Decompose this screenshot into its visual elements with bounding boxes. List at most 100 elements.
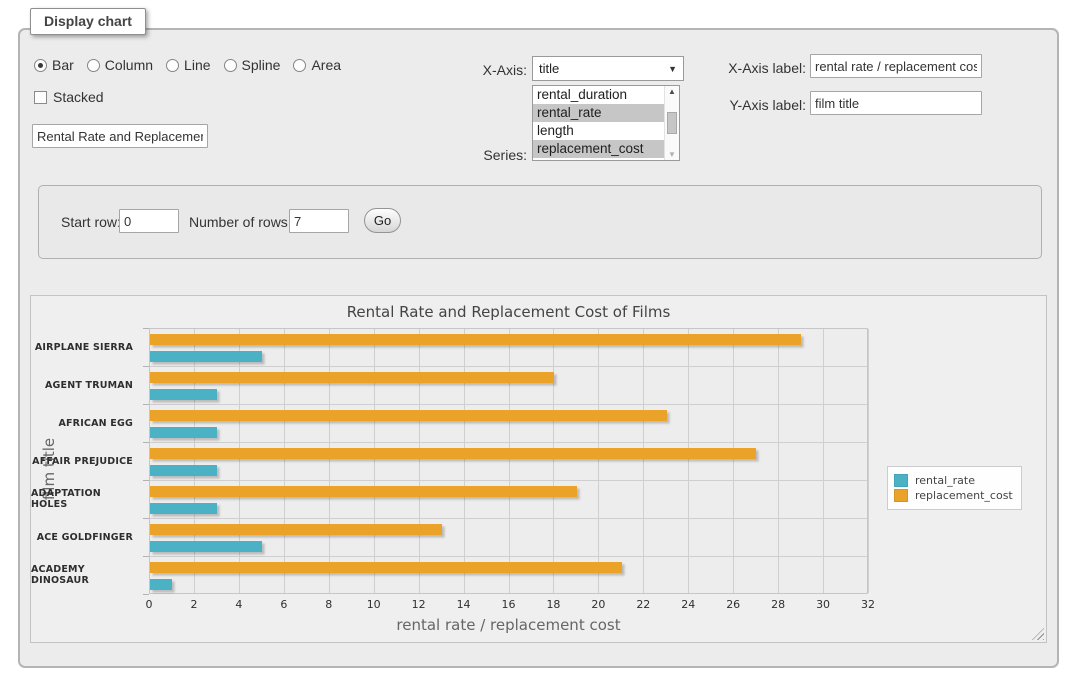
y-category-label: ADAPTATION HOLES <box>31 480 141 518</box>
go-button[interactable]: Go <box>364 208 401 233</box>
legend-swatch-icon <box>894 489 908 502</box>
gridline <box>464 329 465 593</box>
y-tick-mark <box>143 442 149 443</box>
scrollbar-thumb[interactable] <box>667 112 677 134</box>
chart-type-radio-bar[interactable]: Bar <box>34 57 74 73</box>
scroll-down-icon[interactable]: ▼ <box>665 150 679 159</box>
x-tick-label: 18 <box>533 598 573 611</box>
x-tick-label: 8 <box>309 598 349 611</box>
y-axis-label-input[interactable] <box>810 91 982 115</box>
bar-replacement_cost <box>150 448 756 459</box>
resize-handle-icon[interactable] <box>1032 628 1044 640</box>
gridline <box>150 366 867 367</box>
chart-type-radio-area[interactable]: Area <box>293 57 341 73</box>
series-multiselect[interactable]: rental_durationrental_ratelengthreplacem… <box>532 85 680 161</box>
chart-title-input[interactable] <box>32 124 208 148</box>
gridline <box>868 329 869 593</box>
legend-swatch-icon <box>894 474 908 487</box>
chart-type-radio-column[interactable]: Column <box>87 57 153 73</box>
radio-icon[interactable] <box>166 59 179 72</box>
display-chart-panel: BarColumnLineSplineArea Stacked X-Axis: … <box>18 28 1059 668</box>
plot-area <box>149 328 868 594</box>
y-tick-mark <box>143 404 149 405</box>
stacked-checkbox[interactable] <box>34 91 47 104</box>
x-tick-label: 6 <box>264 598 304 611</box>
x-axis-label-input[interactable] <box>810 54 982 78</box>
x-tick-label: 28 <box>758 598 798 611</box>
start-row-input[interactable] <box>119 209 179 233</box>
bar-rental_rate <box>150 427 217 438</box>
x-tick-label: 20 <box>578 598 618 611</box>
chart-type-radio-label: Line <box>184 57 210 73</box>
y-tick-mark <box>143 328 149 329</box>
gridline <box>150 442 867 443</box>
bar-replacement_cost <box>150 372 554 383</box>
x-tick-label: 26 <box>713 598 753 611</box>
bar-replacement_cost <box>150 562 622 573</box>
gridline <box>329 329 330 593</box>
chart-type-radio-spline[interactable]: Spline <box>224 57 281 73</box>
y-tick-mark <box>143 480 149 481</box>
y-category-label: AIRPLANE SIERRA <box>31 328 141 366</box>
gridline <box>823 329 824 593</box>
number-of-rows-label: Number of rows: <box>189 214 292 230</box>
y-category-label: AFRICAN EGG <box>31 404 141 442</box>
bar-rental_rate <box>150 503 217 514</box>
radio-icon[interactable] <box>87 59 100 72</box>
series-scrollbar[interactable]: ▲ ▼ <box>664 86 679 160</box>
x-tick-label: 24 <box>668 598 708 611</box>
stacked-checkbox-row[interactable]: Stacked <box>34 89 104 105</box>
x-axis-select[interactable]: title ▼ <box>532 56 684 81</box>
gridline <box>598 329 599 593</box>
panel-legend-tab: Display chart <box>30 8 146 35</box>
gridline <box>374 329 375 593</box>
chart-legend: rental_rate replacement_cost <box>887 466 1022 510</box>
gridline <box>733 329 734 593</box>
bar-rental_rate <box>150 465 217 476</box>
series-option-list: rental_durationrental_ratelengthreplacem… <box>533 86 664 158</box>
legend-entry-rental_rate: rental_rate <box>894 474 1013 487</box>
gridline <box>150 404 867 405</box>
legend-entry-replacement_cost: replacement_cost <box>894 489 1013 502</box>
y-tick-mark <box>143 518 149 519</box>
legend-label: rental_rate <box>915 474 975 487</box>
x-tick-label: 10 <box>354 598 394 611</box>
gridline <box>150 480 867 481</box>
x-tick-label: 12 <box>399 598 439 611</box>
chart-type-radio-line[interactable]: Line <box>166 57 210 73</box>
series-option-rental_rate[interactable]: rental_rate <box>533 104 664 122</box>
gridline <box>509 329 510 593</box>
y-category-label: AFFAIR PREJUDICE <box>31 442 141 480</box>
bar-rental_rate <box>150 579 172 590</box>
x-tick-label: 16 <box>489 598 529 611</box>
x-tick-label: 30 <box>803 598 843 611</box>
series-option-rental_duration[interactable]: rental_duration <box>533 86 664 104</box>
gridline <box>778 329 779 593</box>
x-tick-label: 32 <box>848 598 888 611</box>
x-axis-select-label: X-Axis: <box>450 62 527 78</box>
gridline <box>419 329 420 593</box>
x-axis-select-value: title <box>539 61 559 76</box>
legend-label: replacement_cost <box>915 489 1013 502</box>
radio-icon[interactable] <box>293 59 306 72</box>
chart-container: Rental Rate and Replacement Cost of Film… <box>30 295 1047 643</box>
x-tick-label: 22 <box>623 598 663 611</box>
y-tick-mark <box>143 594 149 595</box>
radio-icon[interactable] <box>224 59 237 72</box>
series-option-replacement_cost[interactable]: replacement_cost <box>533 140 664 158</box>
chart-type-radio-label: Spline <box>242 57 281 73</box>
chart-type-radio-label: Area <box>311 57 341 73</box>
y-axis-label-field-label: Y-Axis label: <box>690 97 806 113</box>
scroll-up-icon[interactable]: ▲ <box>665 87 679 96</box>
gridline <box>553 329 554 593</box>
number-of-rows-input[interactable] <box>289 209 349 233</box>
row-range-panel: Start row: Number of rows: Go <box>38 185 1042 259</box>
y-category-label: ACADEMY DINOSAUR <box>31 556 141 594</box>
series-option-length[interactable]: length <box>533 122 664 140</box>
gridline <box>284 329 285 593</box>
chart-type-group: Bar Column Line Spline Area <box>34 57 354 77</box>
radio-icon[interactable] <box>34 59 47 72</box>
gridline <box>194 329 195 593</box>
bar-rental_rate <box>150 351 262 362</box>
gridline <box>150 518 867 519</box>
